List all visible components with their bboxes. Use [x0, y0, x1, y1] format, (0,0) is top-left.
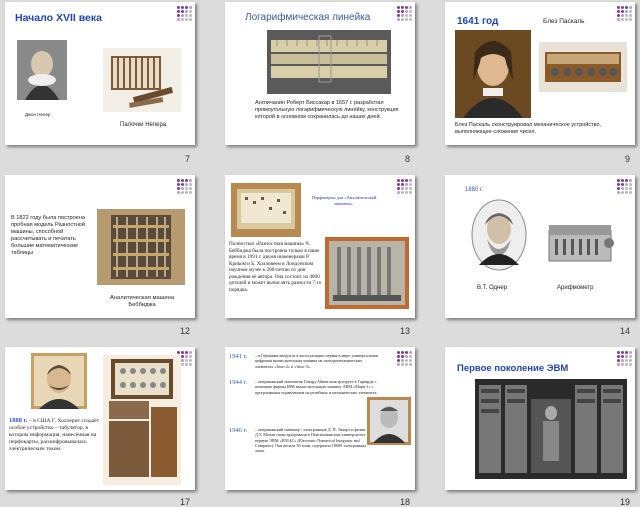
decor-dots — [617, 179, 632, 194]
slide-title: Логарифмическая линейка — [245, 12, 371, 23]
odhner-portrait — [471, 199, 527, 271]
year-label: 1880 г. — [465, 187, 484, 193]
decor-dots — [177, 6, 192, 21]
slide-14[interactable]: 1880 г. В.Т. Однер Арифмометр — [445, 175, 635, 318]
punch-cards-image — [231, 183, 301, 237]
entry-1944-text: – американский математик Говард Айкен ко… — [255, 379, 378, 395]
slide-number: 14 — [620, 326, 631, 336]
decor-dots — [397, 351, 412, 366]
year-1944: 1944 г. — [229, 379, 248, 386]
year-label: 1641 год — [457, 16, 499, 27]
pascal-portrait — [455, 30, 531, 118]
slide-number: 13 — [400, 326, 411, 336]
slide-number: 9 — [625, 154, 631, 164]
year-1946: 1946 г. — [229, 427, 248, 434]
babbage-engine-image — [97, 209, 185, 285]
aiken-portrait — [367, 397, 411, 445]
slide-17[interactable]: 1888 г. – в США Г. Холлерит создаёт особ… — [5, 347, 195, 490]
slide-13[interactable]: Перфокарты для «Аналитической машины». П… — [225, 175, 415, 318]
tabulator-image — [103, 355, 181, 485]
slide-text: Англичанин Роберт Биссакар в 1657 г. раз… — [255, 100, 399, 120]
image-caption: Аналитическая машина Беббиджа — [109, 295, 175, 309]
top-caption: Перфокарты для «Аналитической машины». — [311, 195, 377, 206]
difference-engine-image — [325, 237, 409, 309]
decor-dots — [397, 6, 412, 21]
slide-title: Начало XVII века — [15, 12, 102, 24]
device-caption: Арифмометр — [557, 285, 594, 291]
first-computers-image — [475, 379, 627, 479]
entry-1946-text: – американский инженер - электронщик Д. … — [255, 427, 367, 453]
napier-bones-image — [103, 48, 181, 112]
slide-text: 1888 г. – в США Г. Холлерит создаёт особ… — [9, 417, 101, 453]
slide-number: 8 — [405, 154, 411, 164]
napier-portrait — [17, 40, 67, 100]
slide-12[interactable]: В 1822 году была построена пробная модел… — [5, 175, 195, 318]
slide-rule-image — [267, 30, 391, 94]
decor-dots — [397, 179, 412, 194]
pascaline-image — [539, 42, 627, 92]
slide-text: Блез Паскаль сконструировал механическое… — [455, 122, 602, 135]
slide-title: Первое поколение ЭВМ — [457, 363, 569, 374]
person-name: Блез Паскаль — [543, 18, 585, 25]
slide-9[interactable]: 1641 год Блез Паскаль Блез Паскаль сконс… — [445, 2, 635, 145]
portrait-caption: Джон Непер — [25, 112, 51, 117]
year-1941: 1941 г. — [229, 353, 248, 360]
slide-8[interactable]: Логарифмическая линейка Англичанин Робер… — [225, 2, 415, 145]
slide-18[interactable]: 1941 г. – в Германии вводится в эксплуат… — [225, 347, 415, 490]
slide-19[interactable]: Первое поколение ЭВМ — [445, 347, 635, 490]
decor-dots — [617, 351, 632, 366]
year-highlight: 1888 г. — [9, 417, 28, 424]
hollerith-portrait — [31, 353, 87, 409]
device-caption: Палочки Непера — [120, 122, 167, 128]
entry-1941-text: – в Германии вводится в эксплуатацию пер… — [255, 353, 378, 369]
decor-dots — [177, 179, 192, 194]
slide-number: 7 — [185, 154, 191, 164]
slide-number: 12 — [180, 326, 191, 336]
arithmometer-image — [548, 225, 614, 262]
slide-text: Полностью «Разностная машина» Ч. Беббидж… — [229, 241, 322, 293]
slide-7[interactable]: Начало XVII века Джон Непер Палочки Непе… — [5, 2, 195, 145]
slide-text: В 1822 году была построена пробная модел… — [11, 215, 86, 256]
portrait-caption: В.Т. Однер — [477, 285, 508, 291]
decor-dots — [617, 6, 632, 21]
